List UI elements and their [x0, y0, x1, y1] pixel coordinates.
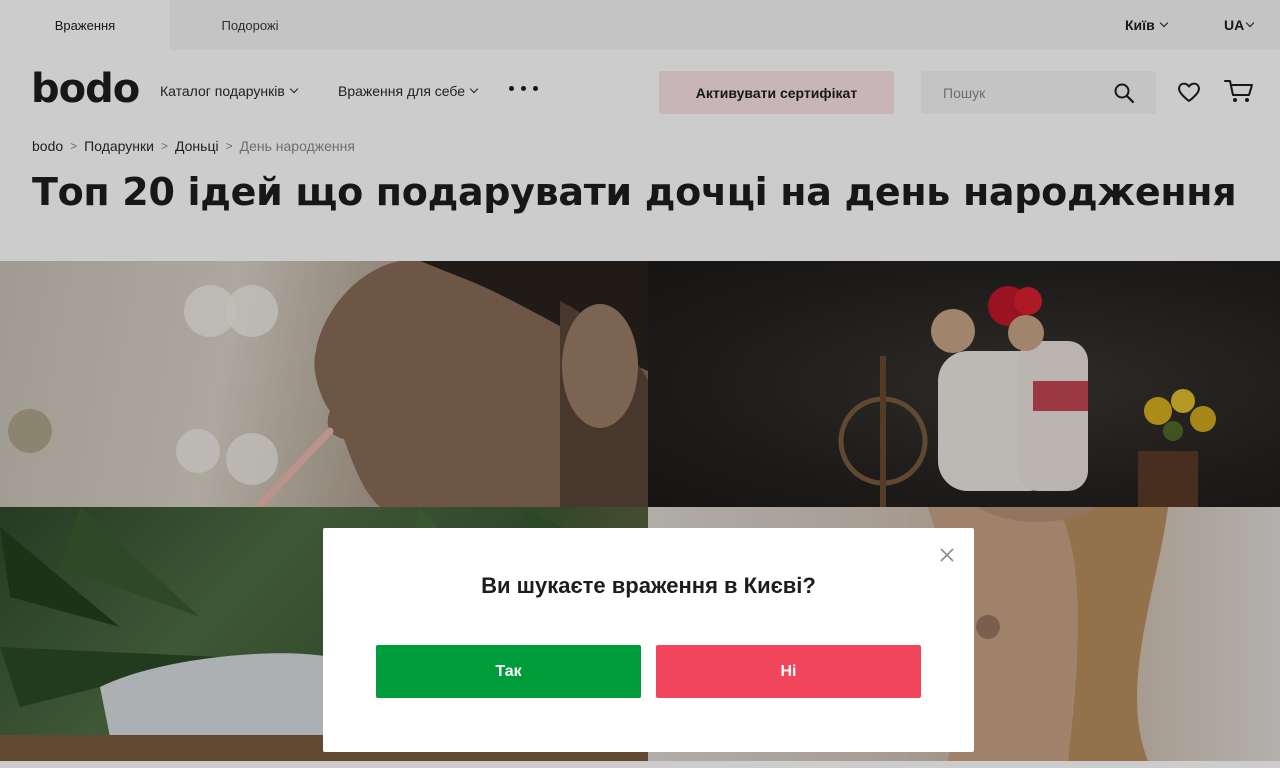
- close-icon[interactable]: [938, 546, 956, 564]
- city-confirm-modal: Ви шукаєте враження в Києві? Так Ні: [323, 528, 974, 752]
- no-button[interactable]: Ні: [656, 645, 921, 698]
- yes-button[interactable]: Так: [376, 645, 641, 698]
- modal-title: Ви шукаєте враження в Києві?: [481, 573, 816, 598]
